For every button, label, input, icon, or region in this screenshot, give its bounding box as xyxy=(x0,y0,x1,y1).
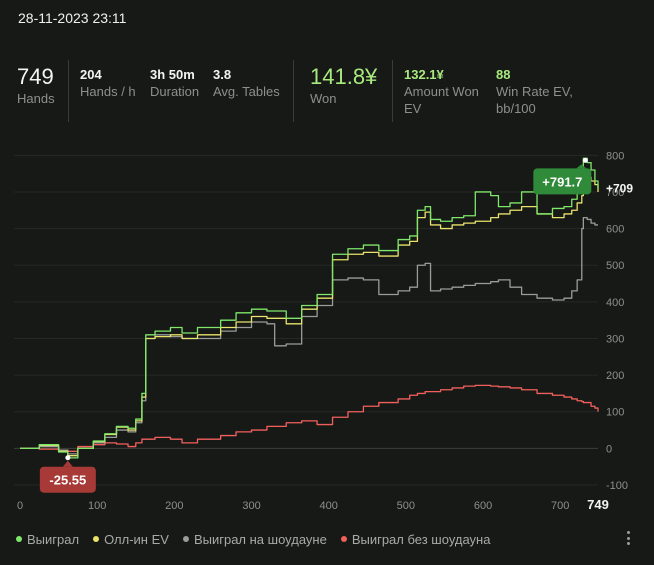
y-tick-label: 600 xyxy=(606,224,624,236)
series-line-3 xyxy=(20,384,599,452)
y-tick-label: 100 xyxy=(606,407,624,419)
end-value-label: +709 xyxy=(606,182,633,196)
min-annotation-pointer xyxy=(62,460,73,467)
stat-win-rate-ev-label-2: bb/100 xyxy=(496,101,536,116)
max-annotation: +791.7 xyxy=(533,164,592,195)
x-tick-label: 400 xyxy=(319,500,337,512)
stat-hands-per-hour-label: Hands / h xyxy=(80,84,136,99)
stat-amount-won-ev: 132.1¥ Amount Won EV xyxy=(404,58,479,117)
stat-hands-per-hour-value: 204 xyxy=(80,67,102,82)
x-tick-label: 300 xyxy=(242,500,260,512)
legend-dot xyxy=(182,536,189,542)
stat-win-rate-ev: 88 Win Rate EV, bb/100 xyxy=(496,58,573,117)
y-tick-label: 500 xyxy=(606,260,624,272)
y-tick-label: 800 xyxy=(606,150,624,162)
legend-dot xyxy=(16,536,22,542)
x-tick-label: 200 xyxy=(165,500,183,512)
series-line-0 xyxy=(20,157,599,459)
stats-divider xyxy=(68,60,69,122)
stat-avg-tables: 3.8 Avg. Tables xyxy=(213,58,280,100)
stats-divider xyxy=(293,60,294,122)
min-point-marker xyxy=(65,455,71,461)
y-tick-label: 0 xyxy=(606,443,612,455)
x-tick-label: 700 xyxy=(551,500,569,512)
stat-won-value: 141.8¥ xyxy=(310,64,378,89)
chart-legend: Выиграл Олл-ин EV Выиграл на шоудауне Вы… xyxy=(16,530,490,548)
stat-duration: 3h 50m Duration xyxy=(150,58,199,100)
y-tick-label: 300 xyxy=(606,333,624,345)
x-end-label: 749 xyxy=(587,497,609,512)
series-line-1 xyxy=(20,169,599,457)
min-annotation-label: -25.55 xyxy=(49,473,86,488)
stat-amount-won-ev-label-2: EV xyxy=(404,101,422,116)
legend-dot xyxy=(93,536,100,542)
x-tick-label: 600 xyxy=(474,500,492,512)
max-point-marker xyxy=(582,157,588,163)
legend-label: Выиграл на шоудауне xyxy=(193,531,327,547)
legend-label: Олл-ин EV xyxy=(104,531,169,547)
stat-duration-label: Duration xyxy=(150,84,200,99)
stats-divider xyxy=(392,60,393,122)
stat-won-label: Won xyxy=(310,91,337,106)
stat-win-rate-ev-value: 88 xyxy=(496,67,511,82)
stat-avg-tables-value: 3.8 xyxy=(213,67,232,82)
stats-bar: 749 Hands 204 Hands / h 3h 50m Duration … xyxy=(0,58,654,130)
legend-item-allin-ev[interactable]: Олл-ин EV xyxy=(93,532,169,547)
stat-won: 141.8¥ Won xyxy=(310,58,377,107)
y-tick-label: 200 xyxy=(606,370,624,382)
series-line-2 xyxy=(20,216,598,455)
stat-hands-per-hour: 204 Hands / h xyxy=(80,58,136,100)
x-tick-label: 0 xyxy=(17,500,23,512)
max-annotation-pointer xyxy=(576,164,587,169)
more-options-icon[interactable] xyxy=(623,528,633,548)
legend-label: Выиграл xyxy=(27,531,80,547)
stat-hands-value: 749 xyxy=(17,64,54,89)
min-annotation: -25.55 xyxy=(39,460,96,493)
stat-duration-value: 3h 50m xyxy=(150,67,195,82)
max-annotation-label: +791.7 xyxy=(542,174,582,189)
stat-avg-tables-label: Avg. Tables xyxy=(213,84,280,99)
stat-hands: 749 Hands xyxy=(17,58,55,107)
stat-hands-label: Hands xyxy=(17,91,55,106)
y-tick-label: -100 xyxy=(606,480,628,492)
legend-dot xyxy=(340,536,347,542)
profit-chart[interactable]: -100 0 100 200 300 400 500 600 700 800 0 100 200 300 4… xyxy=(0,140,654,520)
stat-amount-won-ev-value: 132.1¥ xyxy=(404,67,444,82)
x-tick-label: 500 xyxy=(397,500,415,512)
legend-label: Выиграл без шоудауна xyxy=(351,531,491,547)
legend-item-won[interactable]: Выиграл xyxy=(16,532,79,547)
legend-item-non-showdown[interactable]: Выиграл без шоудауна xyxy=(340,531,491,547)
session-datetime: 28-11-2023 23:11 xyxy=(18,10,127,26)
stat-win-rate-ev-label-1: Win Rate EV, xyxy=(496,84,573,99)
stat-amount-won-ev-label-1: Amount Won xyxy=(404,84,479,99)
legend-item-showdown[interactable]: Выиграл на шоудауне xyxy=(182,531,327,547)
y-tick-label: 400 xyxy=(606,297,624,309)
x-tick-label: 100 xyxy=(88,500,106,512)
